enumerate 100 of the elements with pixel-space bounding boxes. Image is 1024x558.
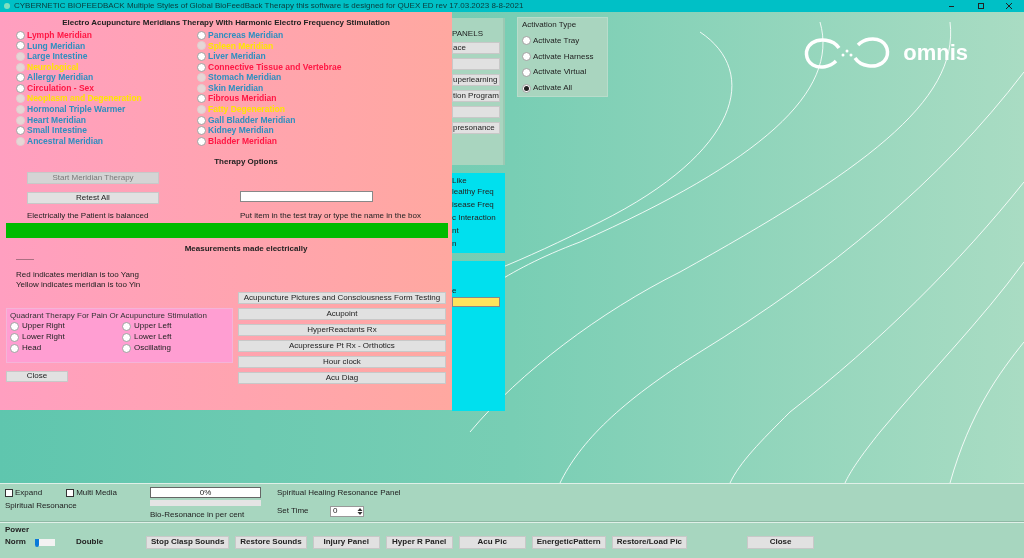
meridian-label: Pancreas Meridian [208, 28, 284, 42]
panel-button[interactable] [452, 106, 500, 118]
radio-button[interactable] [16, 41, 25, 51]
tool-button[interactable]: Acupuncture Pictures and Consciousness Form Testing [237, 291, 446, 304]
footer-button[interactable]: EnergeticPattern [531, 535, 606, 549]
meridian-label: Neurological [27, 61, 79, 73]
checkbox-label: Multi Media [76, 487, 118, 499]
footer-button[interactable]: Acu Pic [458, 535, 526, 549]
meridian-label: Liver Meridian [208, 51, 266, 63]
option-label: Upper Right [22, 320, 65, 333]
minimize-icon[interactable] [949, 5, 954, 7]
meridian-label: Heart Meridian [27, 114, 87, 126]
option-label: isease Freq [452, 199, 495, 211]
meridian-label: Fibrous Meridian [208, 92, 277, 105]
tool-button[interactable]: Acu Diag [237, 371, 446, 384]
radio-button[interactable] [197, 136, 206, 146]
meridian-label: Bladder Meridian [208, 135, 277, 148]
radio-button[interactable] [10, 321, 19, 331]
checkbox[interactable] [5, 489, 13, 497]
radio-button[interactable] [197, 94, 206, 104]
close-button[interactable]: Close [6, 370, 68, 382]
bio-resonance-label: Bio-Resonance in per cent [150, 509, 246, 521]
radio-button[interactable] [197, 52, 206, 61]
double-label: Double [76, 536, 105, 548]
panel-label: e [452, 285, 458, 297]
meridian-label: Spleen Meridian [208, 39, 274, 52]
radio-button[interactable] [522, 36, 531, 46]
panel-button[interactable]: uperlearning [452, 74, 500, 86]
panel-field[interactable] [452, 297, 500, 307]
radio-button[interactable] [197, 30, 206, 40]
norm-label: Norm [5, 536, 27, 548]
radio-button[interactable] [10, 332, 19, 342]
footer-button[interactable]: Restore/Load Pic [611, 535, 688, 549]
option-label: Lower Right [22, 331, 65, 344]
tool-button[interactable]: HyperReactants Rx [237, 323, 446, 336]
item-name-field[interactable] [240, 190, 373, 202]
power-label: Power [5, 525, 30, 534]
group-title: Like [452, 175, 468, 186]
logo-text: omnis [903, 42, 968, 64]
radio-button[interactable] [122, 321, 131, 331]
meridian-label: Circulation - Sex [27, 82, 95, 94]
option-label: nt [452, 225, 460, 237]
panel-button[interactable]: presonance [452, 122, 500, 134]
section-heading: Measurements made electrically [183, 242, 309, 255]
meridian-label: Stomach Meridian [208, 71, 282, 84]
meridian-label: Ancestral Meridian [27, 134, 104, 148]
checkbox[interactable] [66, 489, 75, 497]
meridian-label: Neoplasm and Degeneration [27, 92, 142, 105]
radio-button[interactable] [197, 115, 206, 125]
tool-button[interactable]: Acupressure Pt Rx - Orthotics [237, 339, 446, 352]
radio-button[interactable] [10, 343, 19, 353]
close-icon[interactable] [1006, 3, 1012, 9]
set-time-label: Set Time [277, 505, 310, 517]
group-title: Quadrant Therapy For Pain Or Acupuncture Stimulation [10, 309, 208, 321]
section-label: Spiritual Resonance [5, 500, 78, 512]
radio-button[interactable] [16, 83, 25, 93]
meridian-label: Hormonal Triple Warmer [27, 103, 126, 116]
radio-button[interactable] [16, 73, 25, 83]
close-button[interactable]: Close [747, 535, 815, 549]
radio-button[interactable] [522, 52, 531, 61]
radio-button[interactable] [522, 67, 531, 77]
radio-button[interactable] [16, 30, 25, 40]
radio-button[interactable] [197, 62, 206, 72]
footer-button[interactable]: Restore Sounds [235, 535, 307, 549]
section-heading: Therapy Options [213, 155, 279, 168]
option-label: Lower Left [134, 331, 172, 344]
tool-button[interactable]: Acupoint [237, 307, 446, 320]
meridian-label: Lymph Meridian [27, 28, 92, 42]
radio-button[interactable] [122, 343, 131, 353]
option-label: Activate Virtual [533, 66, 587, 79]
option-label: Activate Harness [533, 50, 594, 63]
spinner-arrows-icon[interactable] [357, 506, 363, 516]
power-slider[interactable] [35, 538, 55, 546]
footer-button[interactable]: Injury Panel [312, 535, 380, 549]
panel-button[interactable] [452, 58, 500, 70]
retest-button[interactable]: Retest All [27, 191, 159, 204]
meridian-label: Lung Meridian [27, 40, 86, 52]
radio-button[interactable] [16, 126, 25, 136]
meridian-label: Large Intestine [27, 51, 88, 63]
radio-button[interactable] [122, 332, 131, 342]
legend-text: Red indicates meridian is too Yang [16, 268, 140, 280]
option-label: lealthy Freq [452, 186, 495, 198]
tool-button[interactable]: Hour clock [237, 355, 446, 368]
option-label: Oscillating [134, 342, 171, 355]
radio-button[interactable] [197, 126, 206, 136]
footer-button[interactable]: Stop Clasp Sounds [146, 535, 230, 549]
group-title: PANELS [452, 28, 484, 40]
meridian-label: Kidney Meridian [208, 124, 274, 137]
slider-thumb[interactable] [35, 538, 39, 547]
panel-button[interactable]: ace [452, 42, 500, 54]
footer-button[interactable]: Hyper R Panel [385, 535, 453, 549]
dialog-title: Electro Acupuncture Meridians Therapy With Harmonic Electro Frequency Stimulation [61, 17, 391, 29]
meridian-label: Gall Bladder Meridian [208, 114, 296, 126]
panel-button[interactable]: tion Program [452, 90, 500, 102]
restore-icon[interactable] [978, 3, 984, 9]
option-label: Activate All [533, 82, 573, 95]
radio-button[interactable] [522, 83, 531, 93]
set-time-spinner[interactable]: 0 [330, 505, 364, 517]
hint-text: Put item in the test tray or type the name in the box [240, 209, 421, 222]
progress-text: 0% [199, 486, 212, 499]
